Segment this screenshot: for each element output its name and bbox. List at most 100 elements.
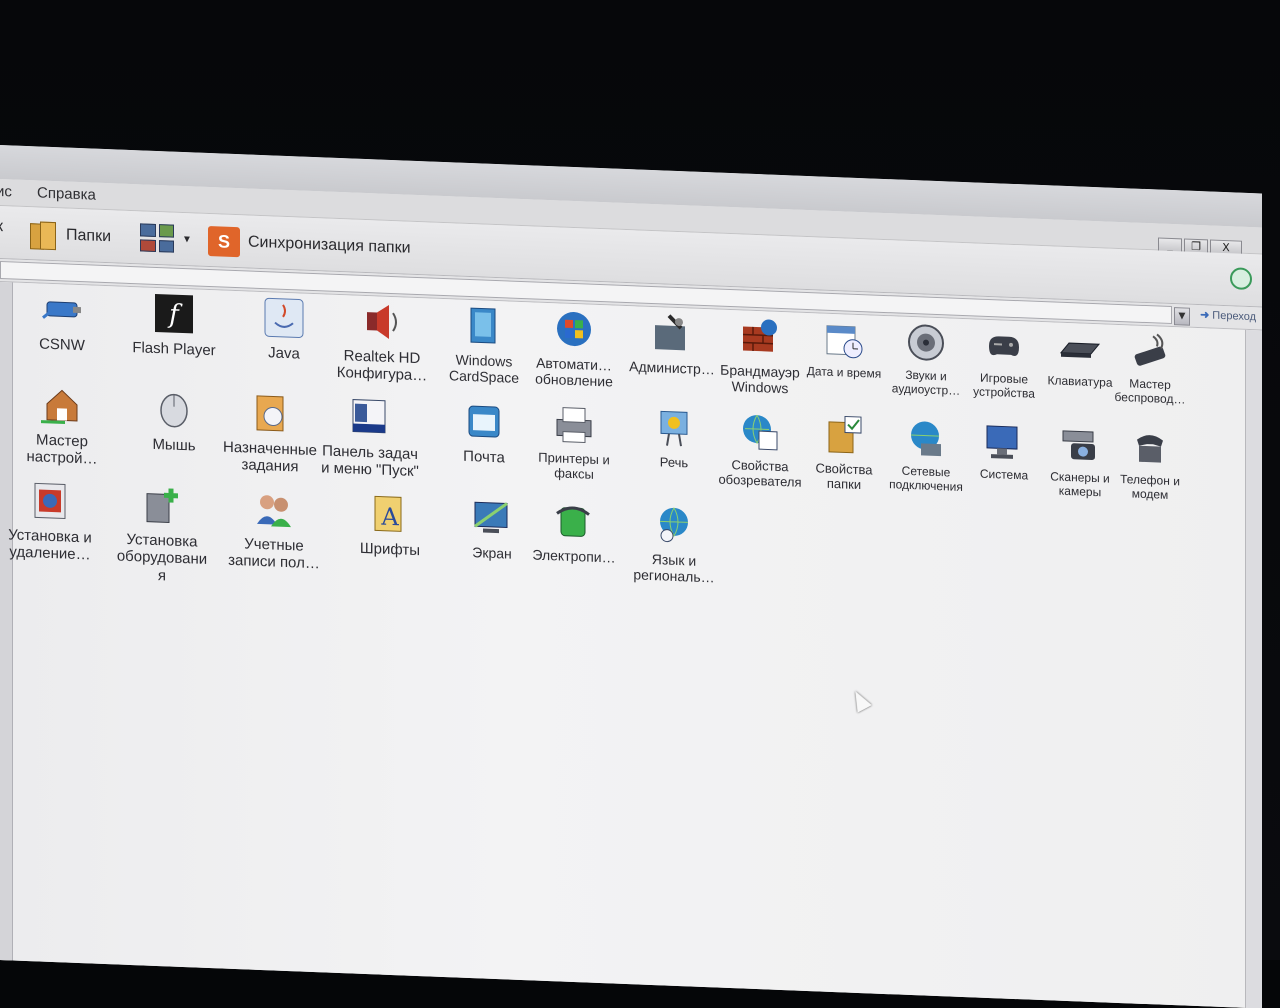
control-panel-item-label: Flash Player xyxy=(132,339,216,360)
control-panel-item-label: Учетные записи пол… xyxy=(228,535,320,573)
menu-item-service[interactable]: ис xyxy=(0,183,12,201)
control-panel-item-label: Панель задач и меню "Пуск" xyxy=(321,442,419,481)
sync-folder-button[interactable]: S Синхронизация папки xyxy=(208,225,411,264)
folders-icon xyxy=(28,219,58,251)
gamepad-icon xyxy=(983,324,1025,368)
java-icon xyxy=(263,296,305,340)
control-panel-item-label: Принтеры и факсы xyxy=(538,449,610,482)
control-panel-item-label: Windows CardSpace xyxy=(448,351,520,387)
views-icon xyxy=(140,223,174,253)
control-panel-item-label: Realtek HD Конфигура… xyxy=(336,347,428,385)
control-panel-item-label: Java xyxy=(268,344,300,363)
control-panel-item-label: Установка и удаление… xyxy=(8,526,92,564)
system-icon xyxy=(983,420,1025,464)
control-panel-item[interactable]: Java xyxy=(232,295,336,364)
control-panel-item[interactable]: Панель задач и меню "Пуск" xyxy=(318,394,422,480)
sound-icon xyxy=(905,321,947,365)
mail-icon xyxy=(463,400,505,444)
internet-options-icon xyxy=(739,410,781,454)
control-panel-item-label: Администр… xyxy=(629,358,715,378)
address-dropdown-button[interactable]: ▼ xyxy=(1174,307,1190,326)
control-panel-item-label: Звуки и аудиоустр… xyxy=(891,367,961,398)
control-panel-item-label: Экран xyxy=(472,544,512,562)
admin-tools-icon xyxy=(651,311,693,355)
control-panel-item-label: Свойства обозревателя xyxy=(718,457,802,490)
control-panel-item-label: Телефон и модем xyxy=(1120,472,1180,502)
svg-text:A: A xyxy=(380,503,399,532)
vertical-scrollbar[interactable] xyxy=(1245,329,1262,1008)
sync-folder-icon: S xyxy=(208,225,240,258)
control-panel-item-label: Шрифты xyxy=(359,539,421,560)
control-panel-view: CSNW f Flash Player Java Realtek HD Конфигур… xyxy=(0,282,1262,1008)
add-hardware-icon xyxy=(141,483,183,527)
go-button[interactable]: ➜ Переход xyxy=(1200,308,1256,323)
go-arrow-icon: ➜ xyxy=(1200,309,1210,322)
control-panel-item[interactable]: Мастер беспровод… xyxy=(1098,328,1202,408)
folder-options-icon xyxy=(823,414,865,458)
control-panel-item-label: Свойства папки xyxy=(815,460,873,493)
firewall-icon xyxy=(739,314,781,358)
control-panel-item[interactable]: Телефон и модем xyxy=(1098,424,1202,504)
control-panel-item-label: Назначенные задания xyxy=(222,438,318,476)
control-panel-item[interactable]: A Шрифты xyxy=(338,491,442,560)
windows-update-icon xyxy=(553,307,595,351)
keyboard-icon xyxy=(1059,327,1101,371)
flash-player-icon: f xyxy=(153,292,195,336)
power-options-icon xyxy=(553,499,595,543)
phone-modem-icon xyxy=(1129,425,1171,469)
go-label: Переход xyxy=(1212,309,1256,324)
control-panel-item[interactable]: Электропи… xyxy=(522,498,626,566)
control-panel-item-label: Дата и время xyxy=(806,363,882,381)
back-label-fragment: к xyxy=(0,217,3,236)
control-panel-item-label: Почта xyxy=(463,447,505,467)
taskbar-icon xyxy=(349,395,391,439)
control-panel-item[interactable]: Автомати… обновление xyxy=(522,306,626,390)
wireless-icon xyxy=(1129,329,1171,373)
control-panel-item[interactable]: Назначенные задания xyxy=(218,390,322,476)
control-panel-item[interactable]: CSNW xyxy=(10,286,114,355)
regional-options-icon xyxy=(653,503,695,547)
network-connections-icon xyxy=(905,417,947,461)
scheduled-tasks-icon xyxy=(249,392,291,436)
control-panel-item[interactable]: Принтеры и факсы xyxy=(522,402,626,484)
speech-icon xyxy=(653,407,695,451)
control-panel-item[interactable]: Мышь xyxy=(122,387,226,456)
control-panel-item[interactable]: Язык и региональ… xyxy=(622,502,726,586)
cardspace-icon xyxy=(463,304,505,348)
control-panel-item-label: Мастер настрой… xyxy=(26,431,98,468)
add-remove-programs-icon xyxy=(29,479,71,523)
control-panel-item[interactable]: Почта xyxy=(432,399,536,468)
control-panel-item-label: Мастер беспровод… xyxy=(1114,376,1186,407)
control-panel-item[interactable]: Realtek HD Конфигура… xyxy=(330,299,434,385)
control-panel-item-label: Автомати… обновление xyxy=(535,354,613,390)
control-panel-item-label: Установка оборудовани я xyxy=(116,530,208,584)
folders-button[interactable]: Папки xyxy=(28,219,111,252)
control-panel-item-label: Мышь xyxy=(152,435,196,455)
control-panel-item[interactable]: Учетные записи пол… xyxy=(222,487,326,573)
menu-item-help[interactable]: Справка xyxy=(37,184,96,203)
mouse-icon xyxy=(153,388,195,432)
control-panel-item[interactable]: Мастер настрой… xyxy=(10,382,114,468)
control-panel-item[interactable]: f Flash Player xyxy=(122,291,226,360)
user-accounts-icon xyxy=(253,488,295,532)
fonts-icon: A xyxy=(369,492,411,536)
control-panel-item[interactable]: Windows CardSpace xyxy=(432,303,536,387)
control-panel-item-label: Брандмауэр Windows xyxy=(720,361,800,397)
control-panel-item-label: Язык и региональ… xyxy=(633,551,715,586)
speaker-icon xyxy=(361,300,403,344)
views-button[interactable]: ▼ xyxy=(140,223,192,253)
control-panel-item-label: Система xyxy=(979,466,1029,483)
folders-label: Папки xyxy=(66,226,111,246)
control-panel-item-label: Игровые устройства xyxy=(973,370,1035,401)
control-panel-item-label: CSNW xyxy=(39,335,85,355)
control-panel-item-label: Речь xyxy=(659,454,689,471)
throbber-icon xyxy=(1230,267,1252,291)
views-dropdown-arrow-icon: ▼ xyxy=(182,233,192,245)
home-network-icon xyxy=(41,384,83,428)
sync-folder-label: Синхронизация папки xyxy=(248,233,411,257)
control-panel-item[interactable]: Установка и удаление… xyxy=(0,478,102,564)
explorer-window: ис Справка _ ❐ X к Папки ▼ S Синхронизац… xyxy=(0,145,1262,1008)
calendar-clock-icon xyxy=(823,318,865,362)
back-button[interactable]: к xyxy=(0,218,3,236)
control-panel-item[interactable]: Установка оборудовани я xyxy=(110,482,214,586)
